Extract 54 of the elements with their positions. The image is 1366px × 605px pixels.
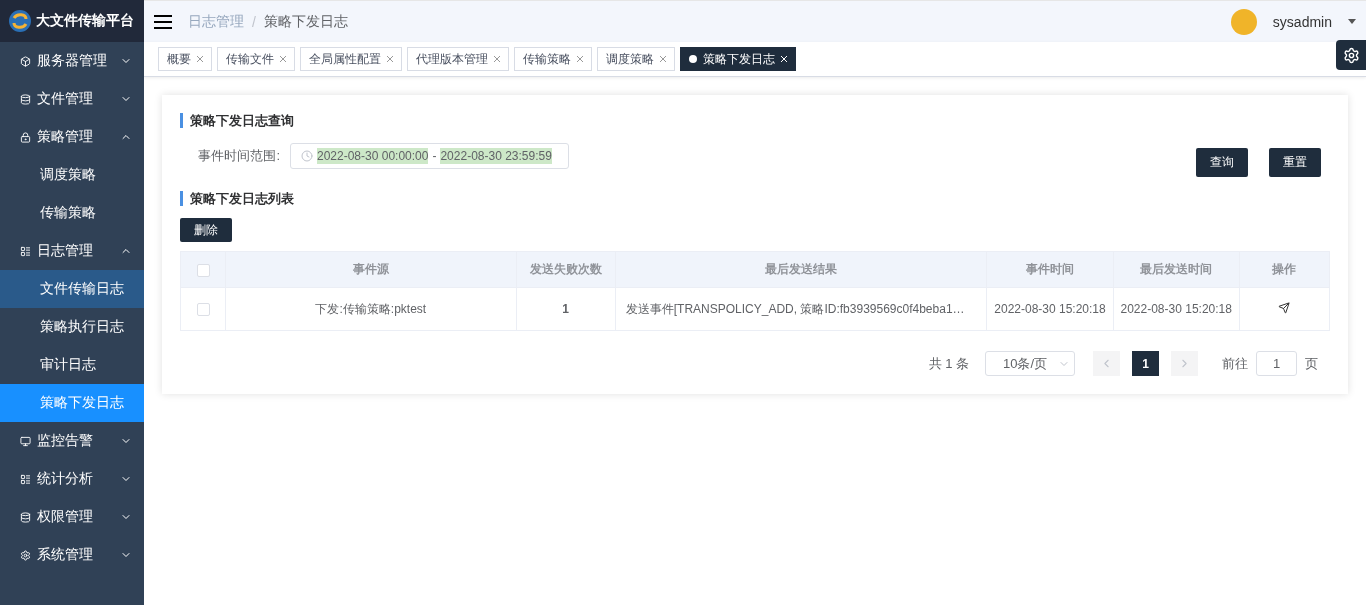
sidebar-group[interactable]: 文件管理 xyxy=(0,80,144,118)
date-range-field[interactable]: 2022-08-30 00:00:00 - 2022-08-30 23:59:59 xyxy=(290,142,569,169)
total-count: 共 1 条 xyxy=(928,354,969,373)
clock-icon xyxy=(301,149,313,162)
page-number[interactable]: 1 xyxy=(1132,351,1159,376)
breadcrumb-item[interactable]: 策略下发日志 xyxy=(263,12,348,31)
app-title: 大文件传输平台 xyxy=(36,12,134,30)
field-label: 事件时间范围: xyxy=(197,146,281,165)
reset-button[interactable]: 重置 xyxy=(1269,148,1321,177)
column-header: 最后发送时间 xyxy=(1113,251,1240,288)
column-header: 事件源 xyxy=(225,251,517,288)
settings-icon xyxy=(1342,46,1360,64)
column-header: 操作 xyxy=(1239,251,1330,288)
settings-button[interactable] xyxy=(1336,40,1366,70)
page-suffix: 页 xyxy=(1305,354,1318,373)
logo-icon xyxy=(8,9,32,33)
sidebar-group[interactable]: 服务器管理 xyxy=(0,42,144,80)
sidebar-group[interactable]: 策略管理 xyxy=(0,118,144,156)
page-tab[interactable]: 全局属性配置 xyxy=(300,47,402,71)
table-cell: 2022-08-30 15:20:18 xyxy=(986,287,1114,331)
column-header: 最后发送结果 xyxy=(615,251,987,288)
column-header: 事件时间 xyxy=(986,251,1114,288)
checkbox[interactable] xyxy=(196,303,210,317)
page-tab[interactable]: 调度策略 xyxy=(597,47,675,71)
delete-button[interactable]: 删除 xyxy=(180,218,232,242)
table-cell: 1 xyxy=(516,287,616,331)
sidebar-group[interactable]: 统计分析 xyxy=(0,460,144,498)
avatar[interactable] xyxy=(1230,8,1257,35)
table-cell: 2022-08-30 15:20:18 xyxy=(1113,287,1240,331)
table-cell: 发送事件[TRANSPOLICY_ADD, 策略ID:fb3939569c0f4beba1… xyxy=(615,287,987,331)
search-button[interactable]: 查询 xyxy=(1196,148,1248,177)
sidebar-group[interactable]: 系统管理 xyxy=(0,536,144,574)
dot-icon xyxy=(689,55,697,63)
sidebar-group[interactable]: 权限管理 xyxy=(0,498,144,536)
breadcrumb-separator: / xyxy=(252,13,256,30)
column-header: 发送失败次数 xyxy=(516,251,616,288)
goto-label: 前往 xyxy=(1222,354,1248,373)
sidebar-item[interactable]: 文件传输日志 xyxy=(0,270,144,308)
caret-down-icon[interactable] xyxy=(1348,19,1356,24)
page-tab[interactable]: 传输策略 xyxy=(514,47,592,71)
page-tab[interactable]: 策略下发日志 xyxy=(680,47,796,71)
page-tab[interactable]: 概要 xyxy=(158,47,212,71)
sidebar-group[interactable]: 监控告警 xyxy=(0,422,144,460)
page-tab[interactable]: 传输文件 xyxy=(217,47,295,71)
section-title: 策略下发日志查询 xyxy=(180,113,1330,128)
sidebar-group[interactable]: 日志管理 xyxy=(0,232,144,270)
page-tab[interactable]: 代理版本管理 xyxy=(407,47,509,71)
section-title: 策略下发日志列表 xyxy=(180,191,1330,206)
user-name[interactable]: sysadmin xyxy=(1272,13,1332,30)
page-size-select[interactable]: 10条/页 xyxy=(985,351,1075,376)
table-cell: 下发:传输策略:pktest xyxy=(225,287,517,331)
checkbox[interactable] xyxy=(196,263,210,277)
page-input[interactable]: 1 xyxy=(1256,351,1297,376)
send-icon[interactable] xyxy=(1278,301,1291,314)
